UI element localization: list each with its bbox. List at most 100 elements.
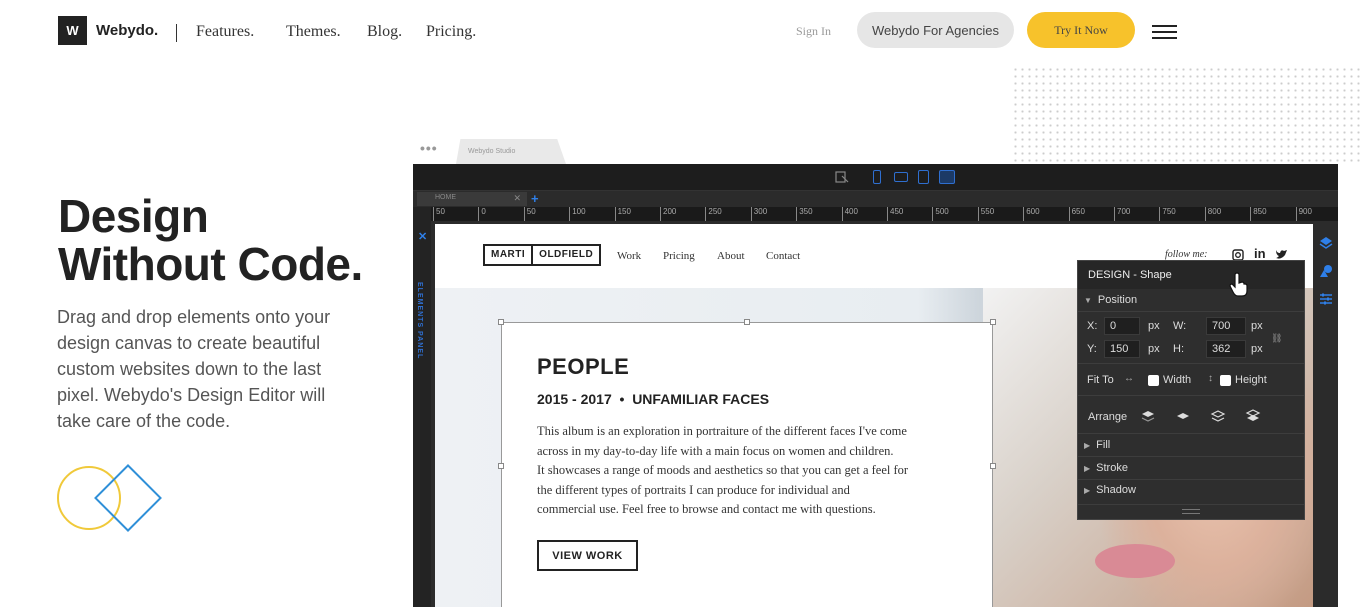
body-line: This album is an exploration in portrait… (537, 424, 907, 438)
ruler-tick: 50 (433, 207, 445, 221)
position-label: Position (1097, 294, 1138, 306)
panel-divider (1078, 395, 1304, 396)
nav-pricing[interactable]: Pricing. (426, 23, 476, 41)
fit-width-icon: ↔ (1124, 373, 1134, 384)
ruler-tick: 900 (1295, 207, 1312, 221)
ruler-tick: 50 (523, 207, 536, 221)
editor-toolbar (413, 164, 1338, 191)
panel-divider (1078, 504, 1304, 505)
x-input[interactable]: 0 (1104, 317, 1140, 335)
ruler-tick: 250 (705, 207, 722, 221)
close-elements-icon[interactable]: ✕ (418, 230, 427, 243)
linkedin-icon[interactable]: in (1254, 246, 1266, 261)
site-section-title[interactable]: PEOPLE (537, 354, 629, 380)
elements-panel-strip[interactable] (413, 207, 431, 607)
follow-me-label: follow me: (1165, 249, 1208, 260)
close-tab-icon[interactable]: ✕ (513, 193, 521, 204)
add-page-icon[interactable]: + (531, 191, 539, 206)
y-input[interactable]: 150 (1104, 340, 1140, 358)
resize-handle[interactable] (990, 319, 996, 325)
site-nav-contact[interactable]: Contact (766, 250, 800, 262)
link-ratio-icon[interactable]: ⛓ (1271, 333, 1285, 344)
panel-divider (1078, 311, 1304, 312)
studio-window-tab[interactable]: Webydo Studio (456, 139, 566, 164)
panel-divider (1078, 363, 1304, 364)
bring-to-front-icon[interactable] (1137, 409, 1159, 423)
hamburger-menu-icon[interactable] (1152, 25, 1177, 39)
nav-features[interactable]: Features. (196, 23, 254, 41)
tablet-view-icon[interactable] (918, 170, 929, 184)
view-work-button[interactable]: VIEW WORK (537, 540, 638, 571)
panel-resize-grip[interactable] (1182, 509, 1200, 514)
y-unit: px (1148, 343, 1160, 355)
desktop-view-icon[interactable] (939, 170, 955, 184)
body-line: It showcases a range of moods and aesthe… (537, 463, 909, 478)
resize-handle[interactable] (990, 463, 996, 469)
send-backward-icon[interactable] (1207, 409, 1229, 423)
width-checkbox[interactable] (1148, 374, 1159, 386)
hand-cursor-icon (1229, 272, 1248, 297)
elements-panel-label[interactable]: ELEMENTS PANEL (416, 282, 423, 359)
height-label: Height (1235, 374, 1267, 386)
horizontal-ruler: 50 0 50 100 150 200 250 300 350 400 450 500 550 600 65… (431, 207, 1338, 221)
shadow-label: Shadow (1096, 484, 1136, 496)
ruler-tick: 200 (660, 207, 676, 221)
brand-name[interactable]: Webydo. (96, 22, 158, 39)
shapes-icon[interactable] (1319, 264, 1334, 278)
fit-height-option[interactable]: Height (1220, 374, 1300, 386)
h-unit: px (1251, 343, 1263, 355)
width-label: Width (1163, 374, 1192, 386)
position-section[interactable]: ▼ Position (1078, 294, 1304, 306)
hero-headline: Design Without Code. (58, 192, 398, 288)
panel-divider (1078, 456, 1304, 457)
caret-right-icon: ▶ (1084, 441, 1091, 450)
site-logo-last: OLDFIELD (531, 246, 599, 264)
agencies-button[interactable]: Webydo For Agencies (857, 12, 1014, 48)
x-unit: px (1148, 320, 1160, 332)
nav-blog[interactable]: Blog. (367, 23, 402, 41)
width-input[interactable]: 700 (1206, 317, 1246, 335)
site-nav-pricing[interactable]: Pricing (663, 250, 695, 262)
settings-sliders-icon[interactable] (1319, 292, 1333, 306)
send-to-back-icon[interactable] (1242, 409, 1264, 423)
height-input[interactable]: 362 (1206, 340, 1246, 358)
preview-icon[interactable] (835, 170, 849, 184)
body-line: across in my day-to-day life with a main… (537, 443, 894, 458)
try-it-now-button[interactable]: Try It Now (1027, 12, 1135, 48)
resize-handle[interactable] (498, 319, 504, 325)
bring-forward-icon[interactable] (1172, 409, 1194, 423)
mobile-view-icon[interactable] (873, 170, 881, 184)
shadow-section[interactable]: ▶ Shadow (1078, 484, 1304, 496)
nav-themes[interactable]: Themes. (286, 23, 341, 41)
webydo-logo[interactable]: W (58, 16, 87, 45)
ruler-tick: 150 (614, 207, 631, 221)
site-body-text[interactable]: This album is an exploration in portrait… (537, 422, 957, 520)
page-tab-home[interactable]: HOME ✕ (417, 192, 527, 206)
mobile-landscape-icon[interactable] (894, 172, 908, 182)
panel-divider (1078, 479, 1304, 480)
site-section-subtitle[interactable]: 2015 - 2017 • UNFAMILIAR FACES (537, 391, 769, 407)
arrange-label: Arrange (1088, 411, 1128, 423)
headline-line-1: Design (58, 190, 209, 242)
body-line: the different types of portraits I can p… (537, 482, 850, 497)
stroke-section[interactable]: ▶ Stroke (1078, 462, 1304, 474)
site-nav-about[interactable]: About (717, 250, 745, 262)
w-label: W: (1173, 320, 1187, 332)
layers-icon[interactable] (1319, 236, 1333, 250)
panel-divider (1078, 433, 1304, 434)
height-checkbox[interactable] (1220, 374, 1231, 386)
circle-diamond-logo-icon (57, 464, 162, 532)
ruler-tick: 350 (796, 207, 813, 221)
sign-in-link[interactable]: Sign In (796, 24, 831, 39)
site-nav-work[interactable]: Work (617, 250, 641, 262)
site-logo[interactable]: MARTI OLDFIELD (483, 244, 602, 266)
twitter-icon[interactable] (1275, 249, 1288, 260)
ruler-tick: 300 (750, 207, 767, 221)
caret-down-icon: ▼ (1084, 296, 1092, 305)
resize-handle[interactable] (498, 463, 504, 469)
ruler-tick: 850 (1250, 207, 1267, 221)
ruler-tick: 400 (841, 207, 858, 221)
fill-section[interactable]: ▶ Fill (1078, 439, 1304, 451)
design-shape-panel: DESIGN - Shape ▼ Position X: 0 px W: 700 … (1077, 260, 1305, 520)
resize-handle[interactable] (744, 319, 750, 325)
